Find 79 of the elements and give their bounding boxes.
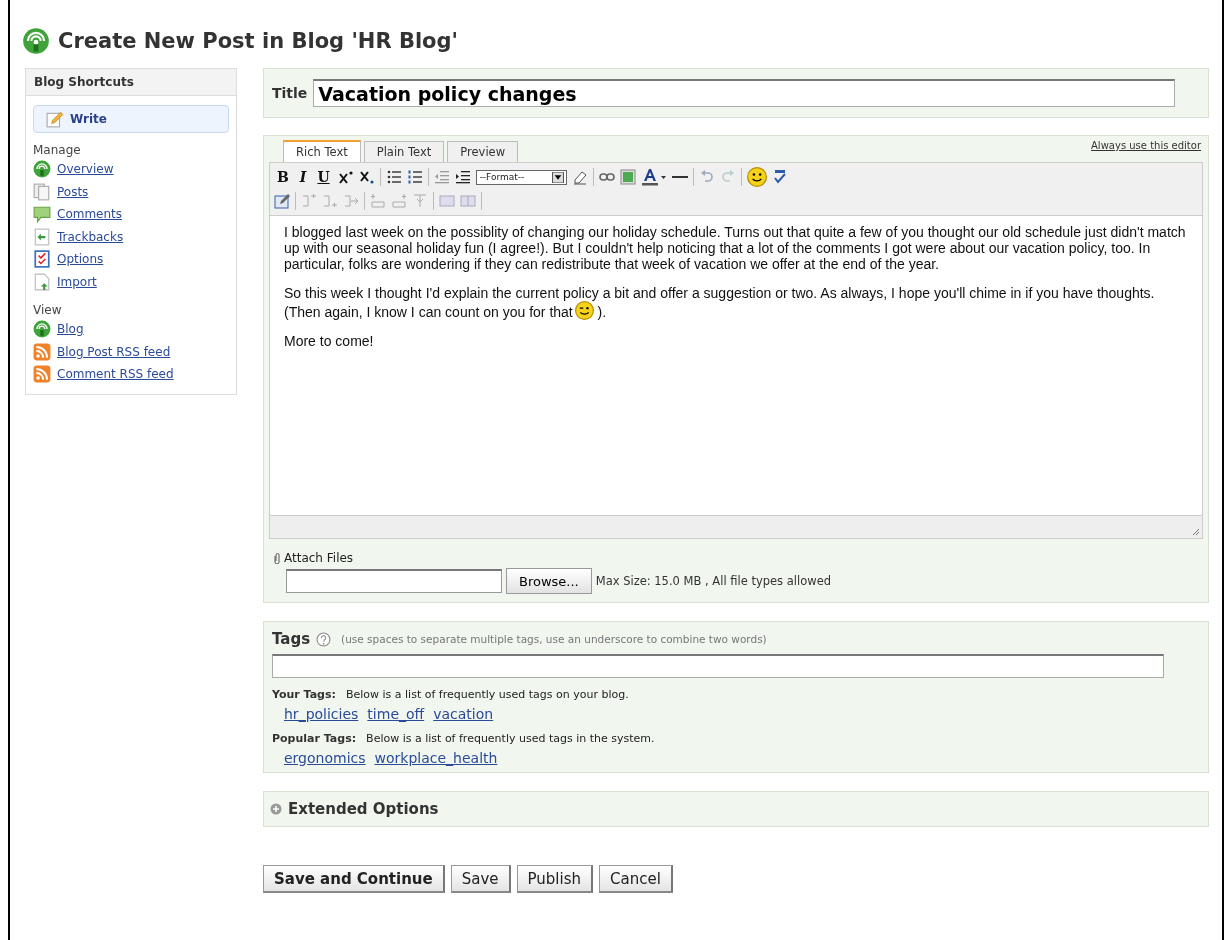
tag-group-label: Your Tags: — [272, 688, 336, 701]
image-icon[interactable] — [619, 169, 636, 185]
form-button[interactable]: Save — [450, 865, 511, 893]
section-label: Manage — [33, 143, 82, 157]
resize-grip-icon[interactable] — [1190, 526, 1200, 536]
pencil-icon — [46, 110, 64, 128]
plus-icon — [270, 803, 282, 815]
format-dropdown[interactable]: --Format-- — [475, 169, 567, 185]
edit-table-icon[interactable] — [274, 193, 290, 209]
body-paragraph: I blogged last week on the possiblity of changing our holiday schedule. Turns out that quite a few of you thought our old schedule just didn't match up with our seasonal holiday fun (I agree!). But I couldn't help noticing that a lot of the comments I got were about our vacation policy, too. In particular, folks are wondering if they can redistribute that week of vacation we offer at the end of the year. — [284, 224, 1187, 272]
split-cells-icon[interactable] — [460, 193, 476, 209]
form-button[interactable]: Publish — [516, 865, 593, 893]
dropdown-arrow-icon — [551, 171, 564, 183]
tag-group-description: Below is a list of frequently used tags in the system. — [366, 732, 655, 745]
arrow-page-icon — [33, 227, 51, 246]
tag-group-label: Popular Tags: — [272, 732, 357, 745]
browse-button[interactable]: Browse... — [506, 568, 592, 594]
editor-body[interactable] — [269, 215, 1203, 516]
tags-input[interactable] — [272, 654, 1164, 678]
text-color-icon[interactable] — [640, 168, 667, 186]
pages-icon — [33, 182, 51, 201]
tag-link[interactable]: time_off — [367, 706, 425, 722]
section-label: View — [33, 303, 63, 317]
rss-icon — [33, 365, 51, 384]
sidebar-link[interactable]: Comments — [57, 207, 123, 222]
rss-icon — [33, 342, 51, 361]
indent-icon[interactable] — [454, 169, 471, 185]
file-path-field[interactable] — [286, 569, 502, 593]
page-arrow-icon — [33, 272, 51, 291]
sidebar-link[interactable]: Comment RSS feed — [57, 367, 174, 382]
editor-tab[interactable]: Rich Text — [283, 140, 361, 162]
feed-icon — [22, 27, 50, 55]
sidebar-link[interactable]: Overview — [57, 162, 114, 177]
title-input[interactable]: Vacation policy changes — [313, 79, 1176, 107]
help-icon[interactable] — [316, 631, 332, 647]
body-paragraph: So this week I thought I'd explain the current policy a bit and offer a suggestion or two. As always, I hope you'll chime in if you have thoughts. (Then again, I know I can count on you for that ). — [284, 285, 1156, 320]
bullet-list-icon[interactable] — [385, 169, 402, 185]
file-limit-note: Max Size: 15.0 MB , All file types allowed — [595, 574, 831, 588]
editor-tab[interactable]: Plain Text — [363, 141, 445, 162]
write-link[interactable]: Write — [33, 105, 229, 133]
merge-cells-icon[interactable] — [439, 193, 455, 209]
smiley-icon[interactable] — [746, 167, 767, 187]
tag-link[interactable]: hr_policies — [284, 706, 359, 722]
superscript-icon[interactable] — [337, 169, 354, 185]
extended-options-toggle[interactable]: Extended Options — [270, 800, 439, 818]
checklist-icon — [33, 250, 51, 269]
format-button[interactable]: I — [296, 169, 310, 185]
body-paragraph: More to come! — [284, 333, 375, 349]
tag-link[interactable]: ergonomics — [284, 750, 366, 766]
eraser-icon[interactable] — [571, 169, 588, 185]
winking-smiley-icon — [574, 301, 594, 320]
format-button[interactable]: U — [314, 169, 333, 185]
format-button[interactable]: B — [274, 169, 292, 185]
tag-link[interactable]: vacation — [433, 706, 494, 722]
subscript-icon[interactable] — [358, 169, 375, 185]
editor-tab[interactable]: Preview — [447, 141, 519, 162]
form-button[interactable]: Cancel — [599, 865, 673, 893]
tags-hint: (use spaces to separate multiple tags, use an underscore to combine two words) — [341, 633, 767, 645]
sidebar-link[interactable]: Trackbacks — [57, 229, 124, 244]
tag-group-description: Below is a list of frequently used tags on your blog. — [345, 688, 629, 701]
tags-label: Tags — [272, 630, 311, 648]
spellcheck-icon[interactable] — [771, 169, 788, 185]
feed-icon — [33, 160, 51, 179]
form-button[interactable]: Save and Continue — [263, 865, 445, 893]
sidebar-link[interactable]: Posts — [57, 184, 89, 199]
feed-icon — [33, 320, 51, 339]
tag-link[interactable]: workplace_health — [374, 750, 498, 766]
sidebar-link[interactable]: Import — [57, 274, 97, 289]
sidebar-heading: Blog Shortcuts — [26, 69, 236, 96]
always-use-editor-link[interactable]: Always use this editor — [1091, 140, 1201, 151]
title-label: Title — [272, 85, 308, 101]
sidebar-link[interactable]: Options — [57, 252, 104, 267]
sidebar-link[interactable]: Blog — [57, 322, 84, 337]
numbered-list-icon[interactable] — [406, 169, 423, 185]
paperclip-icon — [273, 552, 281, 564]
attach-files-label: Attach Files — [284, 551, 354, 565]
sidebar-link[interactable]: Blog Post RSS feed — [57, 344, 171, 359]
page-title: Create New Post in Blog 'HR Blog' — [58, 29, 458, 53]
speech-bubble-icon — [33, 205, 51, 224]
